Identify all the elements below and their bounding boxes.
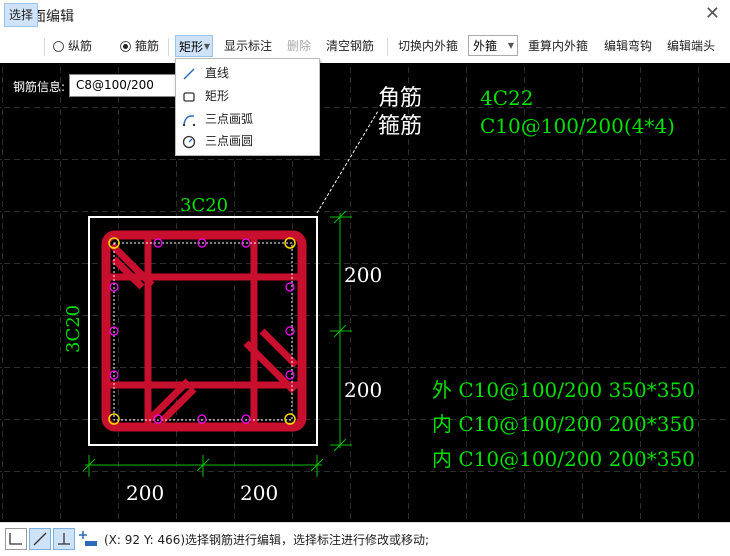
hoop-annotation-inner-2[interactable]: 内 C10@100/200 200*350 [432,447,695,471]
hoop-annotation-outer[interactable]: 外 C10@100/200 350*350 [432,378,695,402]
circle-icon [182,135,196,149]
hoop-type-select[interactable]: 外箍 ▼ [468,35,518,56]
ortho-snap-button[interactable] [5,528,27,550]
title-bar: 截面编辑 ✕ [0,0,730,30]
dim-right-bottom[interactable]: 200 [344,378,382,402]
menu-item-label: 三点画弧 [205,112,254,126]
stirrup-label: 箍筋 [135,39,160,53]
toolbar-divider [387,38,388,56]
edit-bend-button[interactable]: 编辑弯钩 [604,35,652,57]
delete-button[interactable]: 删除 [287,35,311,57]
chevron-down-icon: ▼ [507,41,514,50]
hoop-annotation-inner-1[interactable]: 内 C10@100/200 200*350 [432,412,695,436]
menu-item-label: 三点画圆 [205,134,254,148]
perpendicular-icon [58,533,70,545]
line-icon [183,68,195,80]
dim-right-top[interactable]: 200 [344,263,382,287]
menu-item-label: 直线 [205,66,230,80]
clear-rebar-button[interactable]: 清空钢筋 [326,35,374,57]
corner-value[interactable]: 4C22 [480,86,533,110]
stirrup-annotation-label[interactable]: 箍筋 [378,114,422,139]
top-bars-label[interactable]: 3C20 [180,195,228,216]
menu-item-circle[interactable]: 三点画圆 [176,130,317,152]
corner-label[interactable]: 角筋 [378,86,422,111]
ortho-icon [9,533,22,545]
radio-on-icon [120,41,131,52]
status-bar: (X: 92 Y: 466)选择钢筋进行编辑，选择标注进行修改或移动; [0,522,730,556]
arc-icon [182,115,196,127]
toolbar-divider [168,38,169,56]
add-point-button[interactable] [77,528,99,550]
dim-bottom-left[interactable]: 200 [126,481,164,505]
select-button[interactable]: 选择 [4,3,39,27]
stirrup-radio[interactable]: 箍筋 [120,35,159,57]
line-snap-button[interactable] [29,528,51,550]
toolbar-divider [44,38,45,56]
radio-off-icon [53,41,64,52]
longitudinal-radio[interactable]: 纵筋 [53,35,92,57]
rectangle-icon [183,92,195,102]
shape-label: 矩形 [179,40,204,54]
section-drawing[interactable]: 角筋 4C22 箍筋 C10@100/200(4*4) 3C20 3C20 20… [0,63,730,522]
shape-menu: 直线 矩形 三点画弧 三点画圆 [175,58,320,156]
diagonal-line-icon [33,532,47,546]
menu-item-label: 矩形 [205,89,230,103]
drawing-canvas[interactable]: 角筋 4C22 箍筋 C10@100/200(4*4) 3C20 3C20 20… [0,63,730,522]
rebar-info-label: 钢筋信息: [13,80,66,94]
perpendicular-snap-button[interactable] [53,528,75,550]
menu-item-line[interactable]: 直线 [176,62,317,84]
chevron-down-icon: ▼ [203,42,210,51]
hoop-type-value: 外箍 [473,39,498,53]
recalc-hoop-button[interactable]: 重算内外箍 [528,35,588,57]
shape-dropdown[interactable]: 矩形 ▼ [175,35,213,57]
rebar-info-input[interactable]: C8@100/200 [69,74,179,97]
stirrup-value[interactable]: C10@100/200(4*4) [480,114,675,138]
status-text: (X: 92 Y: 466)选择钢筋进行编辑，选择标注进行修改或移动; [104,533,430,547]
menu-item-arc[interactable]: 三点画弧 [176,108,317,130]
edit-end-button[interactable]: 编辑端头 [667,35,715,57]
add-icon [79,531,97,546]
longitudinal-label: 纵筋 [68,39,93,53]
show-annotation-button[interactable]: 显示标注 [224,35,272,57]
switch-hoop-button[interactable]: 切换内外箍 [398,35,458,57]
close-icon[interactable]: ✕ [705,3,720,24]
left-bars-label[interactable]: 3C20 [63,305,84,353]
dim-bottom-right[interactable]: 200 [240,481,278,505]
menu-item-rectangle[interactable]: 矩形 [176,85,317,107]
